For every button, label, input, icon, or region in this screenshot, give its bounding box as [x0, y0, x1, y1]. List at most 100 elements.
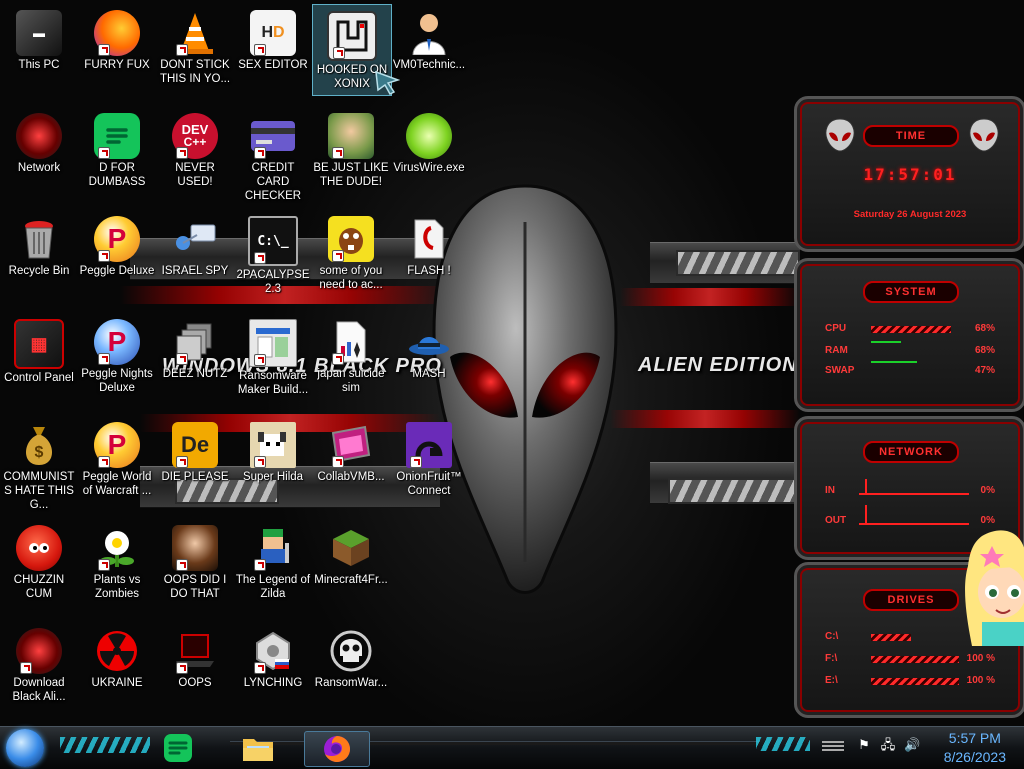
icon-communists[interactable]: $ COMMUNISTS HATE THIS G... [0, 416, 78, 511]
icon-collabvmb[interactable]: CollabVMB... [312, 416, 390, 506]
icon-never-used[interactable]: DEV C++ NEVER USED! [156, 107, 234, 197]
drive-f-bar [871, 656, 959, 663]
icon-label: Ransomware Maker Build... [237, 370, 309, 396]
icon-some-of-you[interactable]: some of you need to ac... [312, 210, 390, 300]
icon-network[interactable]: Network [0, 107, 78, 197]
drive-c-label: C:\ [825, 631, 839, 642]
icon-be-just-like-the-dude[interactable]: BE JUST LIKE THE DUDE! [312, 107, 390, 197]
icon-japan-suicide-sim[interactable]: japan suicide sim [312, 313, 390, 403]
network-in-label: IN [825, 485, 835, 496]
icon-flash[interactable]: FLASH ! [390, 210, 468, 300]
icon-label: DONT STICK THIS IN YO... [159, 59, 231, 85]
icon-2pacalypse[interactable]: C:\_ 2PACALYPSE 2.3 [234, 210, 312, 300]
taskbar-spreadsheet-app[interactable] [158, 731, 198, 765]
icon-furry-fux[interactable]: FURRY FUX [78, 4, 156, 94]
icon-label: 2PACALYPSE 2.3 [236, 269, 310, 295]
icon-label: OnionFruit™ Connect [396, 471, 462, 497]
alien-network-icon [16, 113, 62, 159]
document-file-icon [328, 319, 374, 365]
taskbar: ⚑ 🖧 🔊 5:57 PM 8/26/2023 [0, 726, 1024, 769]
icon-ransomware-maker[interactable]: Ransomware Maker Build... [234, 313, 312, 403]
cartoon-girl-sticker-icon [965, 530, 1024, 646]
icon-label: D FOR DUMBASS [88, 162, 146, 188]
icon-vm0technic[interactable]: VM0Technic... [390, 4, 468, 94]
icon-recycle-bin[interactable]: Recycle Bin [0, 210, 78, 300]
icon-label: MASH [412, 368, 446, 380]
icon-this-pc[interactable]: ▬ This PC [0, 4, 78, 94]
icon-label: Minecraft4Fr... [314, 574, 388, 586]
icon-viruswire[interactable]: VirusWire.exe [390, 107, 468, 197]
icon-mash[interactable]: MASH [390, 313, 468, 403]
network-tray-icon[interactable]: 🖧 [880, 737, 896, 753]
time-gadget[interactable]: TIME 17:57:01 Saturday 26 August 2023 [794, 96, 1024, 252]
icon-ukraine[interactable]: UKRAINE [78, 622, 156, 712]
icon-label: OOPS [178, 677, 212, 689]
cpu-value: 68% [974, 323, 995, 334]
taskbar-decoration [60, 737, 150, 753]
icon-ransomwar[interactable]: RansomWar... [312, 622, 390, 712]
recycle-bin-icon [16, 216, 62, 262]
wallpaper-chevrons [676, 250, 800, 276]
icon-peggle-world-of-warcraft[interactable]: P Peggle World of Warcraft ... [78, 416, 156, 506]
icon-label: VM0Technic... [392, 59, 466, 71]
icon-credit-card-checker[interactable]: CREDIT CARD CHECKER [234, 107, 312, 202]
icon-label: RansomWar... [314, 677, 388, 689]
icon-label: COMMUNISTS HATE THIS G... [3, 471, 75, 511]
drives-gadget-title: DRIVES [863, 589, 959, 611]
taskbar-file-explorer[interactable] [238, 731, 278, 765]
flash-document-icon [406, 216, 452, 262]
icon-control-panel[interactable]: ▦ Control Panel [0, 313, 78, 403]
icon-label: LYNCHING [243, 677, 303, 689]
taskbar-decoration [756, 737, 810, 751]
icon-label: Plants vs Zombies [93, 574, 141, 600]
icon-oops-did-i-do-that[interactable]: OOPS DID I DO THAT [156, 519, 234, 609]
icon-download-black-alien[interactable]: Download Black Ali... [0, 622, 78, 712]
ram-value: 68% [974, 345, 995, 356]
icon-d-for-dumbass[interactable]: D FOR DUMBASS [78, 107, 156, 197]
icon-dont-stick[interactable]: DONT STICK THIS IN YO... [156, 4, 234, 94]
icon-label: japan suicide sim [317, 368, 385, 394]
alien-download-icon [16, 628, 62, 674]
taskbar-clock[interactable]: 5:57 PM 8/26/2023 [944, 729, 1006, 767]
icon-label: BE JUST LIKE THE DUDE! [313, 162, 389, 188]
dreameditor-icon: De [172, 422, 218, 468]
icon-chuzzin-cum[interactable]: CHUZZIN CUM [0, 519, 78, 609]
svg-text:$: $ [35, 444, 44, 461]
swap-graph-line [871, 361, 917, 363]
xonix-game-icon [327, 11, 377, 61]
laptop-icon [172, 628, 218, 674]
drive-f-value: 100 % [966, 653, 995, 664]
icon-deez-nutz[interactable]: DEEZ NUTZ [156, 313, 234, 403]
icon-oops[interactable]: OOPS [156, 622, 234, 712]
volume-icon[interactable]: 🔊 [904, 737, 920, 753]
icon-label: This PC [18, 59, 60, 71]
icon-peggle-nights[interactable]: P Peggle Nights Deluxe [78, 313, 156, 403]
icon-plants-vs-zombies[interactable]: Plants vs Zombies [78, 519, 156, 609]
icon-sex-editor[interactable]: HD SEX EDITOR [234, 4, 312, 94]
traffic-cone-icon [172, 10, 218, 56]
money-bag-icon: $ [16, 422, 62, 468]
show-hidden-icons-button[interactable] [822, 741, 844, 753]
icon-israel-spy[interactable]: ISRAEL SPY [156, 210, 234, 300]
icon-super-hilda[interactable]: Super Hilda [234, 416, 312, 506]
portrait-painting-icon [172, 525, 218, 571]
flag-icon[interactable]: ⚑ [856, 737, 872, 753]
spy-hat-icon [406, 319, 452, 365]
alien-emblem-icon [825, 118, 855, 152]
icon-onionfruit[interactable]: OnionFruit™ Connect [390, 416, 468, 506]
icon-legend-of-zilda[interactable]: The Legend of Zilda [234, 519, 312, 609]
pixel-hero-icon [250, 525, 296, 571]
ram-graph-line [871, 341, 901, 343]
icon-peggle-deluxe[interactable]: P Peggle Deluxe [78, 210, 156, 300]
icon-label: DIE PLEASE [161, 471, 229, 483]
doctor-person-icon [406, 10, 452, 56]
gnome-character-icon [328, 113, 374, 159]
system-gadget[interactable]: SYSTEM CPU 68% RAM 68% SWAP 47% [794, 258, 1024, 412]
start-button[interactable] [6, 729, 44, 767]
icon-die-please[interactable]: De DIE PLEASE [156, 416, 234, 506]
taskbar-date: 8/26/2023 [943, 749, 1006, 765]
taskbar-time: 5:57 PM [948, 730, 1001, 746]
icon-minecraft4fr[interactable]: Minecraft4Fr... [312, 519, 390, 609]
icon-lynching[interactable]: LYNCHING [234, 622, 312, 712]
taskbar-firefox[interactable] [304, 731, 370, 767]
